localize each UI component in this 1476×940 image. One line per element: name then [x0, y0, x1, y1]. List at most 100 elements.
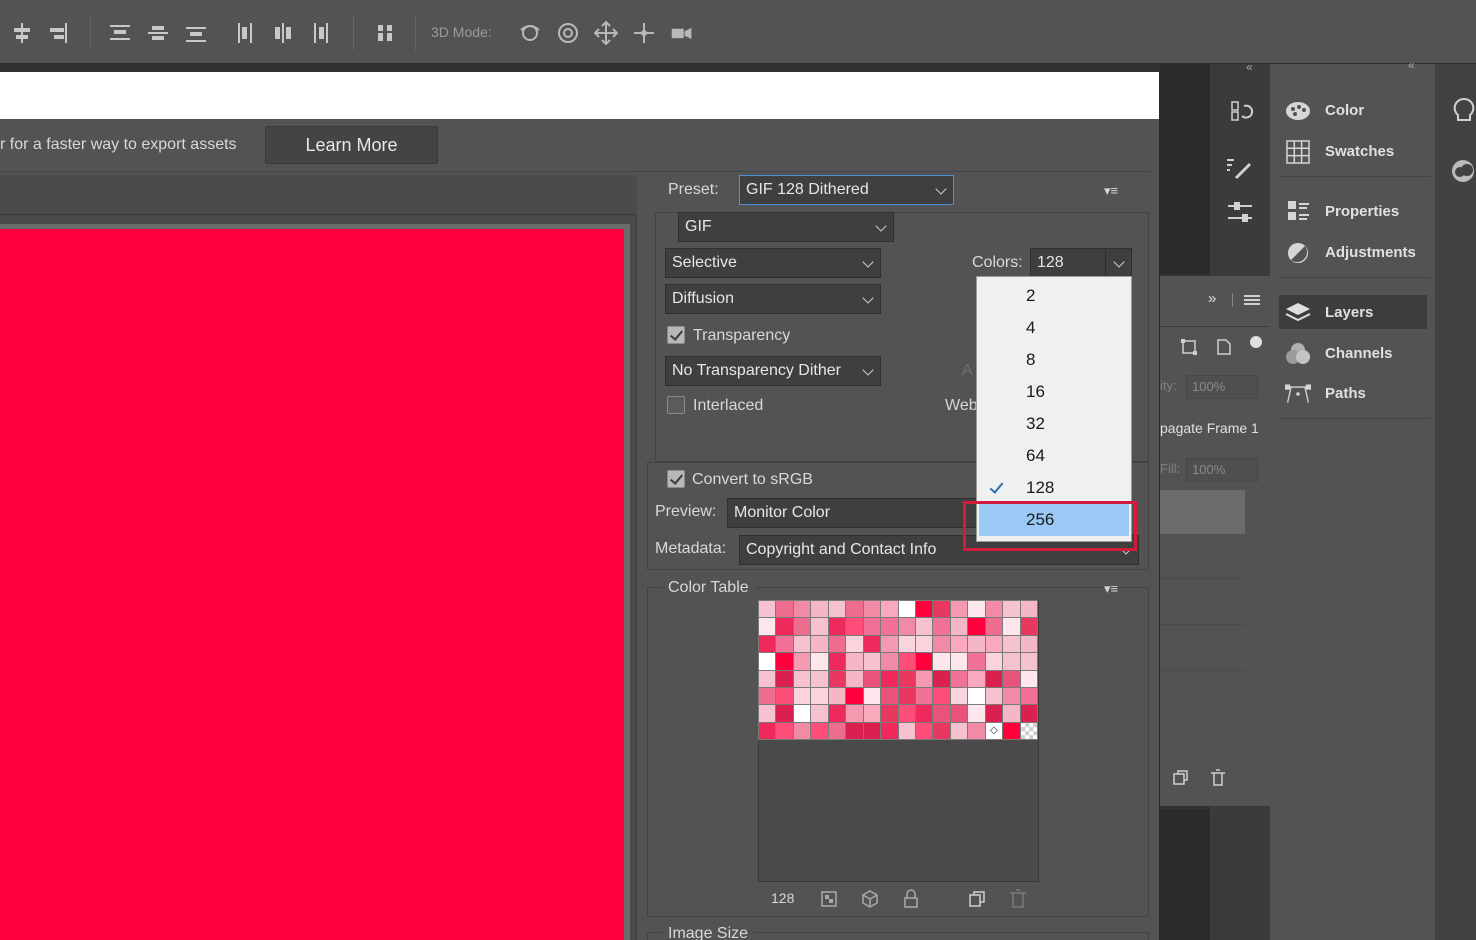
color-swatch[interactable]: [933, 653, 950, 670]
color-swatch[interactable]: [898, 635, 915, 653]
new-color-icon[interactable]: [968, 890, 986, 908]
preview-dropdown[interactable]: Monitor Color: [727, 498, 977, 528]
color-swatch[interactable]: [811, 705, 828, 722]
color-swatch[interactable]: ◇: [985, 722, 1003, 739]
color-swatch[interactable]: [759, 687, 776, 705]
color-swatch[interactable]: [759, 670, 776, 687]
transparency-checkbox[interactable]: [667, 326, 685, 344]
colors-option-2[interactable]: 2: [977, 280, 1131, 312]
color-swatch[interactable]: [863, 618, 881, 635]
color-swatch[interactable]: [793, 601, 811, 618]
convert-srgb-checkbox[interactable]: [667, 470, 685, 488]
panel-adjustments[interactable]: Adjustments: [1285, 235, 1430, 271]
color-swatch[interactable]: [776, 601, 793, 618]
distribute-top-icon[interactable]: [108, 20, 132, 46]
color-swatch[interactable]: [1020, 618, 1037, 635]
color-swatch[interactable]: [863, 653, 881, 670]
color-swatch[interactable]: [811, 618, 828, 635]
toggle-icon[interactable]: [1250, 336, 1262, 348]
color-swatch[interactable]: [915, 653, 933, 670]
color-swatch[interactable]: [776, 687, 793, 705]
color-swatch[interactable]: [968, 601, 985, 618]
color-swatch[interactable]: [950, 618, 968, 635]
3d-slide-icon[interactable]: [632, 20, 656, 46]
distribute-center-icon[interactable]: [146, 20, 170, 46]
color-swatch[interactable]: [846, 635, 863, 653]
color-swatch[interactable]: [950, 653, 968, 670]
color-swatch[interactable]: [846, 601, 863, 618]
color-swatch[interactable]: [898, 722, 915, 739]
color-swatch[interactable]: [793, 635, 811, 653]
web-shift-icon[interactable]: [820, 890, 838, 908]
color-swatch[interactable]: [985, 705, 1003, 722]
color-swatch[interactable]: [828, 601, 846, 618]
color-swatch[interactable]: [915, 601, 933, 618]
color-swatch[interactable]: [846, 705, 863, 722]
colors-option-16[interactable]: 16: [977, 376, 1131, 408]
color-swatch[interactable]: [793, 670, 811, 687]
transform-icon[interactable]: [1180, 338, 1198, 356]
panel-layers[interactable]: Layers: [1279, 295, 1427, 329]
color-swatch[interactable]: [915, 705, 933, 722]
color-swatch[interactable]: [776, 618, 793, 635]
color-swatch[interactable]: [950, 722, 968, 739]
color-swatch[interactable]: [1020, 653, 1037, 670]
color-swatch[interactable]: [846, 722, 863, 739]
color-swatch[interactable]: [933, 722, 950, 739]
reduction-dropdown[interactable]: Selective: [665, 248, 881, 278]
colors-option-32[interactable]: 32: [977, 408, 1131, 440]
color-swatch[interactable]: [1020, 722, 1037, 739]
color-table-grid[interactable]: ◇: [758, 600, 1038, 740]
color-swatch[interactable]: [898, 705, 915, 722]
panel-channels[interactable]: Channels: [1285, 336, 1430, 372]
color-swatch[interactable]: [863, 601, 881, 618]
color-swatch[interactable]: [1003, 722, 1020, 739]
color-swatch[interactable]: [881, 618, 898, 635]
document-icon[interactable]: [1216, 338, 1232, 356]
color-swatch[interactable]: [881, 670, 898, 687]
color-swatch[interactable]: [1020, 635, 1037, 653]
color-swatch[interactable]: [776, 653, 793, 670]
color-swatch[interactable]: [811, 722, 828, 739]
color-swatch[interactable]: [915, 687, 933, 705]
colors-option-64[interactable]: 64: [977, 440, 1131, 472]
align-right-icon[interactable]: [46, 20, 70, 46]
opacity-field[interactable]: 100%: [1186, 375, 1258, 399]
color-swatch[interactable]: [759, 705, 776, 722]
color-swatch[interactable]: [950, 687, 968, 705]
settings-menu-icon[interactable]: ▾≡: [1104, 183, 1118, 199]
color-swatch[interactable]: [933, 601, 950, 618]
color-swatch[interactable]: [863, 635, 881, 653]
color-swatch[interactable]: [828, 618, 846, 635]
color-swatch[interactable]: [759, 722, 776, 739]
image-preview[interactable]: [0, 229, 624, 940]
color-swatch[interactable]: [759, 618, 776, 635]
panel-paths[interactable]: Paths: [1285, 376, 1430, 412]
color-swatch[interactable]: [915, 722, 933, 739]
colors-dropdown[interactable]: 128: [1030, 248, 1132, 278]
color-swatch[interactable]: [793, 653, 811, 670]
color-swatch[interactable]: [846, 618, 863, 635]
color-swatch[interactable]: [968, 687, 985, 705]
color-swatch[interactable]: [793, 618, 811, 635]
color-swatch[interactable]: [968, 618, 985, 635]
learn-more-button[interactable]: Learn More: [265, 126, 438, 164]
color-swatch[interactable]: [985, 601, 1003, 618]
color-swatch[interactable]: [793, 722, 811, 739]
adjust-sliders-icon[interactable]: [1226, 200, 1256, 226]
3d-camera-icon[interactable]: [670, 20, 694, 46]
color-swatch[interactable]: [811, 670, 828, 687]
color-swatch[interactable]: [1003, 687, 1020, 705]
color-swatch[interactable]: [968, 653, 985, 670]
color-swatch[interactable]: [968, 705, 985, 722]
cube-icon[interactable]: [861, 890, 879, 908]
color-swatch[interactable]: [846, 653, 863, 670]
color-swatch[interactable]: [863, 670, 881, 687]
dither-dropdown[interactable]: Diffusion: [665, 284, 881, 314]
distribute-hcenter-icon[interactable]: [271, 20, 295, 46]
color-swatch[interactable]: [898, 618, 915, 635]
color-swatch[interactable]: [863, 722, 881, 739]
color-swatch[interactable]: [1020, 670, 1037, 687]
color-swatch[interactable]: [933, 705, 950, 722]
color-swatch[interactable]: [828, 635, 846, 653]
